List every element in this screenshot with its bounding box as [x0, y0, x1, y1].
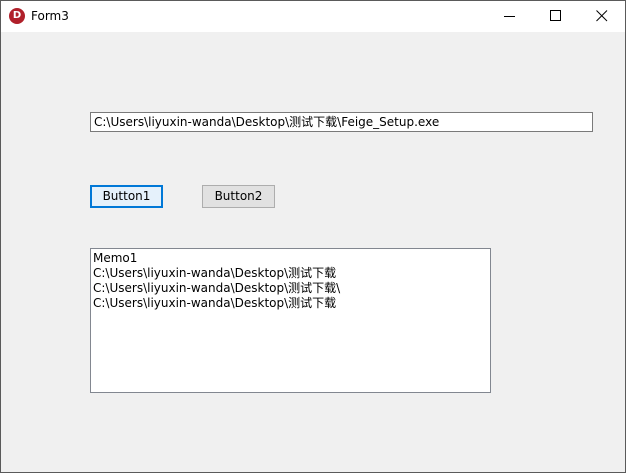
- window-title: Form3: [31, 9, 69, 23]
- memo-line: C:\Users\liyuxin-wanda\Desktop\测试下载: [93, 296, 337, 310]
- close-icon: [596, 10, 608, 22]
- path-edit-field[interactable]: C:\Users\liyuxin-wanda\Desktop\测试下载\Feig…: [90, 112, 593, 132]
- app-icon[interactable]: D: [9, 8, 25, 24]
- maximize-button[interactable]: [533, 1, 579, 32]
- button1[interactable]: Button1: [90, 185, 163, 208]
- form-window: D Form3 C:\Users\liyuxin-wanda\Desktop\测…: [0, 0, 626, 473]
- title-bar[interactable]: D Form3: [1, 1, 625, 32]
- memo-line: C:\Users\liyuxin-wanda\Desktop\测试下载\: [93, 281, 341, 295]
- maximize-icon: [550, 10, 561, 21]
- button2[interactable]: Button2: [202, 185, 275, 208]
- minimize-button[interactable]: [487, 1, 533, 32]
- memo-line: Memo1: [93, 251, 138, 265]
- memo-box[interactable]: Memo1 C:\Users\liyuxin-wanda\Desktop\测试下…: [90, 248, 491, 393]
- close-button[interactable]: [579, 1, 625, 32]
- minimize-icon: [504, 16, 515, 17]
- memo-line: C:\Users\liyuxin-wanda\Desktop\测试下载: [93, 266, 337, 280]
